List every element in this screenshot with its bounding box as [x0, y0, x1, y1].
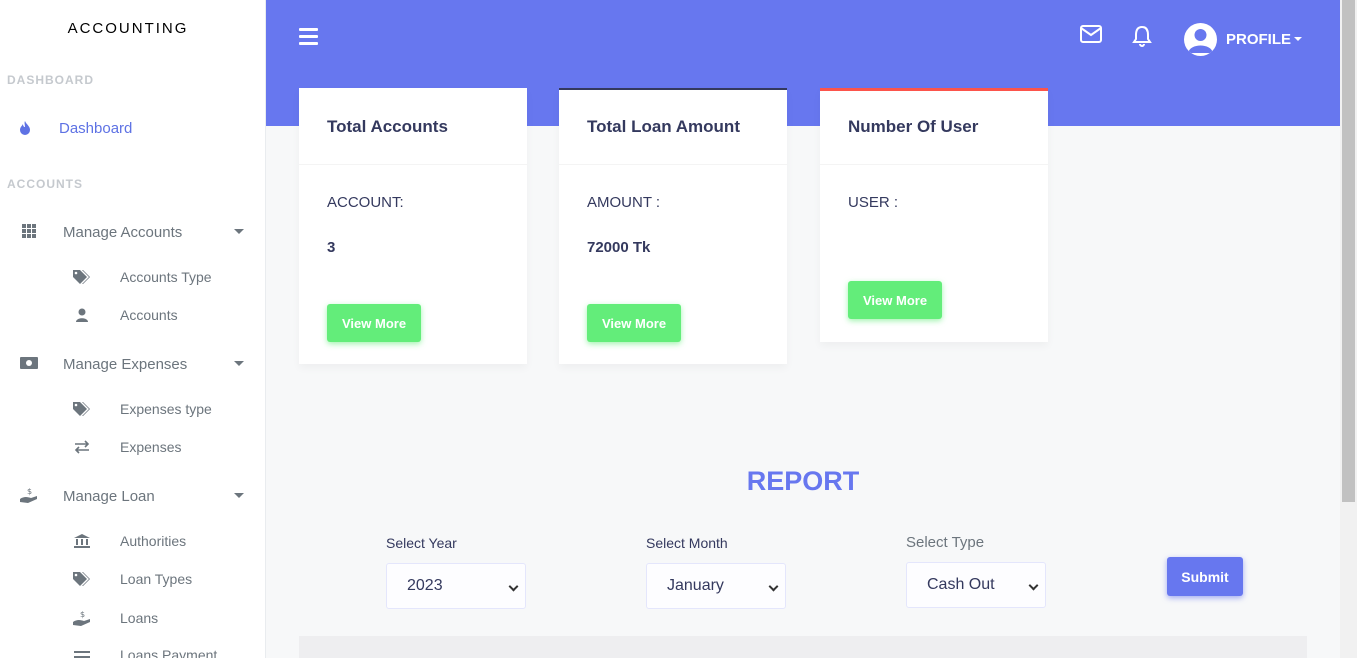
card-number-of-user: Number Of User USER : View More: [820, 88, 1048, 342]
card-total-accounts: Total Accounts ACCOUNT: 3 View More: [299, 88, 527, 364]
view-more-button[interactable]: View More: [848, 281, 943, 319]
card-title: Total Loan Amount: [559, 90, 787, 165]
tags-icon: [72, 399, 92, 419]
fire-icon: [15, 118, 35, 138]
user-icon: [72, 305, 92, 325]
sidebar-item-accounts-type[interactable]: Accounts Type: [0, 263, 265, 291]
card-value: 3: [327, 239, 336, 256]
sidebar-item-label: Accounts Type: [120, 269, 212, 285]
sidebar-item-label: Manage Loan: [63, 488, 155, 505]
chevron-down-icon: [1028, 580, 1039, 591]
chevron-down-icon: [234, 229, 244, 234]
chevron-down-icon: [234, 493, 244, 498]
svg-text:$: $: [80, 610, 85, 619]
exchange-icon: [72, 437, 92, 457]
chevron-down-icon: [1294, 37, 1303, 41]
tags-icon: [72, 569, 92, 589]
sidebar-item-manage-accounts[interactable]: Manage Accounts: [0, 217, 265, 247]
card-label: ACCOUNT:: [327, 194, 404, 211]
month-select-value: January: [667, 577, 724, 594]
sidebar-item-expenses-type[interactable]: Expenses type: [0, 395, 265, 423]
card-title: Number Of User: [820, 91, 1048, 165]
section-heading-accounts: ACCOUNTS: [7, 177, 83, 191]
sidebar-item-accounts[interactable]: Accounts: [0, 301, 265, 329]
sidebar-item-manage-loan[interactable]: $ Manage Loan: [0, 481, 265, 511]
sidebar-item-label: Expenses type: [120, 401, 212, 417]
sidebar-item-manage-expenses[interactable]: Manage Expenses: [0, 349, 265, 379]
grid-icon: [19, 221, 39, 241]
hand-dollar-icon: $: [19, 485, 39, 505]
sidebar-item-authorities[interactable]: Authorities: [0, 527, 265, 555]
sidebar-item-label: Expenses: [120, 439, 182, 455]
sidebar: ACCOUNTING DASHBOARD Dashboard ACCOUNTS …: [0, 0, 266, 658]
year-select-value: 2023: [407, 577, 443, 594]
sidebar-item-loan-types[interactable]: Loan Types: [0, 565, 265, 593]
view-more-button[interactable]: View More: [327, 304, 422, 342]
section-heading-dashboard: DASHBOARD: [7, 73, 94, 87]
sidebar-item-label: Dashboard: [59, 120, 133, 137]
sidebar-item-label: Manage Accounts: [63, 224, 183, 241]
tags-icon: [72, 267, 92, 287]
sidebar-item-label: Loans: [120, 610, 159, 626]
chevron-down-icon: [768, 581, 779, 592]
sidebar-item-loans[interactable]: $ Loans: [0, 604, 265, 632]
year-select[interactable]: 2023: [386, 563, 526, 609]
avatar: [1184, 22, 1217, 56]
card-total-loan-amount: Total Loan Amount AMOUNT : 72000 Tk View…: [559, 88, 787, 364]
sidebar-item-label: Loan Types: [120, 571, 193, 587]
hand-dollar-icon: $: [72, 608, 92, 628]
sidebar-item-label: Loans Payment: [120, 647, 218, 658]
view-more-button[interactable]: View More: [587, 304, 682, 342]
envelope-icon[interactable]: [1080, 25, 1104, 49]
sidebar-item-dashboard[interactable]: Dashboard: [0, 113, 265, 143]
card-value: 72000 Tk: [587, 239, 651, 256]
hamburger-menu-icon[interactable]: [299, 28, 318, 46]
year-label: Select Year: [386, 535, 457, 551]
type-select[interactable]: Cash Out: [906, 562, 1046, 608]
sidebar-item-label: Manage Expenses: [63, 356, 188, 373]
type-label: Select Type: [906, 534, 985, 551]
card-title: Total Accounts: [299, 88, 527, 165]
money-bill-icon: [19, 353, 39, 373]
month-label: Select Month: [646, 535, 728, 551]
card-label: AMOUNT :: [587, 194, 661, 211]
sidebar-item-expenses[interactable]: Expenses: [0, 433, 265, 461]
sidebar-item-label: Authorities: [120, 533, 187, 549]
profile-dropdown[interactable]: PROFILE: [1184, 22, 1303, 56]
chevron-down-icon: [234, 361, 244, 366]
list-icon: [72, 645, 92, 658]
scrollbar-thumb[interactable]: [1342, 0, 1355, 502]
report-result-panel: [299, 636, 1307, 658]
submit-button[interactable]: Submit: [1167, 557, 1243, 596]
scrollbar[interactable]: [1340, 0, 1357, 658]
profile-label: PROFILE: [1226, 30, 1292, 48]
svg-text:$: $: [27, 487, 32, 496]
month-select[interactable]: January: [646, 563, 786, 609]
report-title: REPORT: [746, 466, 860, 496]
sidebar-item-loans-payment[interactable]: Loans Payment: [0, 641, 265, 658]
type-select-value: Cash Out: [927, 576, 995, 593]
brand-logo[interactable]: ACCOUNTING: [0, 20, 256, 37]
bank-icon: [72, 531, 92, 551]
sidebar-item-label: Accounts: [120, 307, 178, 323]
chevron-down-icon: [508, 581, 519, 592]
bell-icon[interactable]: [1132, 25, 1156, 49]
card-label: USER :: [848, 194, 899, 211]
